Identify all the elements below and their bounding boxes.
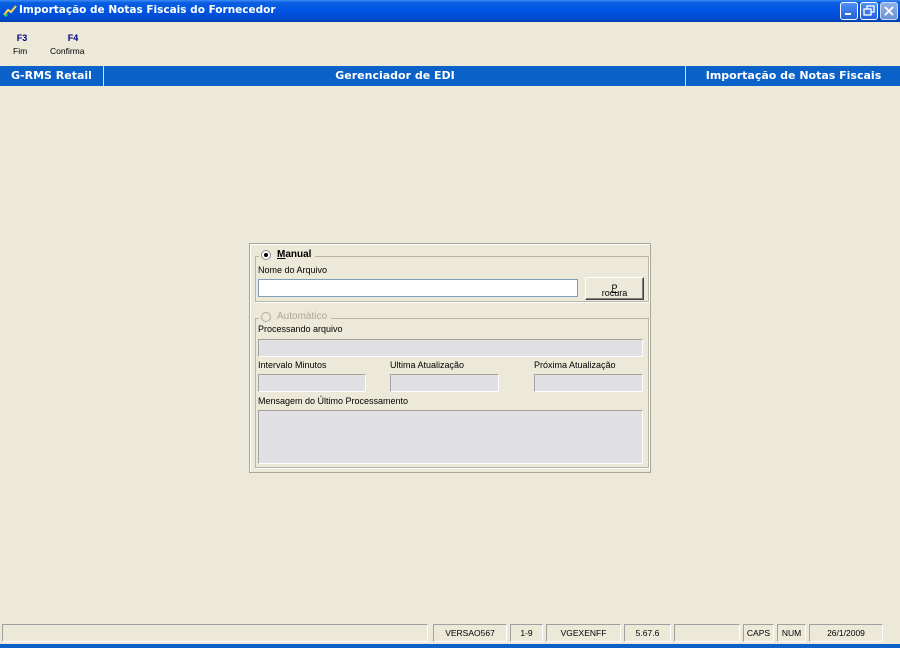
browse-button[interactable]: Procura: [585, 277, 644, 300]
last-update-label: Ultima Atualização: [390, 360, 465, 370]
automatic-option[interactable]: Automático: [259, 311, 332, 322]
import-panel: Manual Nome do Arquivo Procura Automátic…: [249, 243, 651, 473]
file-name-label: Nome do Arquivo: [258, 265, 328, 275]
status-num: NUM: [777, 624, 806, 642]
processing-file-field: [258, 339, 643, 357]
manual-option[interactable]: Manual: [259, 249, 316, 260]
header-module: Gerenciador de EDI: [105, 66, 686, 86]
next-update-label: Próxima Atualização: [534, 360, 616, 370]
status-build: 5.67.6: [624, 624, 671, 642]
last-update-field: [390, 374, 499, 392]
status-date: 26/1/2009: [809, 624, 883, 642]
browse-label: Procura: [601, 283, 628, 298]
header-band: G-RMS Retail Gerenciador de EDI Importaç…: [0, 66, 900, 86]
f3-key: F3: [16, 33, 28, 43]
manual-radio[interactable]: [261, 249, 271, 260]
status-program: VGEXENFF: [546, 624, 621, 642]
automatic-radio[interactable]: [261, 311, 271, 322]
minimize-button[interactable]: [840, 2, 858, 20]
f4-key: F4: [67, 33, 79, 43]
last-process-message-field: [258, 410, 643, 464]
restore-button[interactable]: [860, 2, 878, 20]
processing-file-label: Processando arquivo: [258, 324, 343, 334]
interval-minutes-label: Intervalo Minutos: [258, 360, 327, 370]
restore-icon: [863, 5, 875, 16]
status-blank: [674, 624, 740, 642]
interval-minutes-field: [258, 374, 366, 392]
f3-fim-button[interactable]: F3 Fim: [13, 33, 31, 56]
next-update-field: [534, 374, 643, 392]
status-section: 1-9: [510, 624, 543, 642]
close-icon: [884, 6, 894, 16]
manual-group: Manual Nome do Arquivo Procura: [255, 249, 649, 302]
manual-label: Manual: [277, 249, 312, 260]
bottom-border: [0, 644, 900, 648]
status-bar: VERSAO567 1-9 VGEXENFF 5.67.6 CAPS NUM 2…: [0, 622, 900, 644]
close-button[interactable]: [880, 2, 898, 20]
last-process-message-label: Mensagem do Último Processamento: [258, 396, 409, 406]
automatic-group: Automático Processando arquivo Intervalo…: [255, 311, 649, 468]
window-title: Importação de Notas Fiscais do Fornecedo…: [19, 4, 276, 16]
automatic-label: Automático: [277, 311, 328, 322]
f4-label: Confirma: [50, 46, 85, 56]
file-name-input[interactable]: [258, 279, 578, 297]
f3-label: Fim: [13, 46, 28, 56]
title-bar: Importação de Notas Fiscais do Fornecedo…: [0, 0, 900, 22]
header-screen: Importação de Notas Fiscais: [705, 69, 882, 82]
f4-confirma-button[interactable]: F4 Confirma: [50, 33, 96, 56]
status-version: VERSAO567: [433, 624, 507, 642]
status-message: [2, 624, 428, 642]
status-caps: CAPS: [743, 624, 774, 642]
header-product: G-RMS Retail: [0, 66, 104, 86]
app-icon[interactable]: [3, 4, 17, 18]
minimize-icon: [845, 13, 851, 15]
